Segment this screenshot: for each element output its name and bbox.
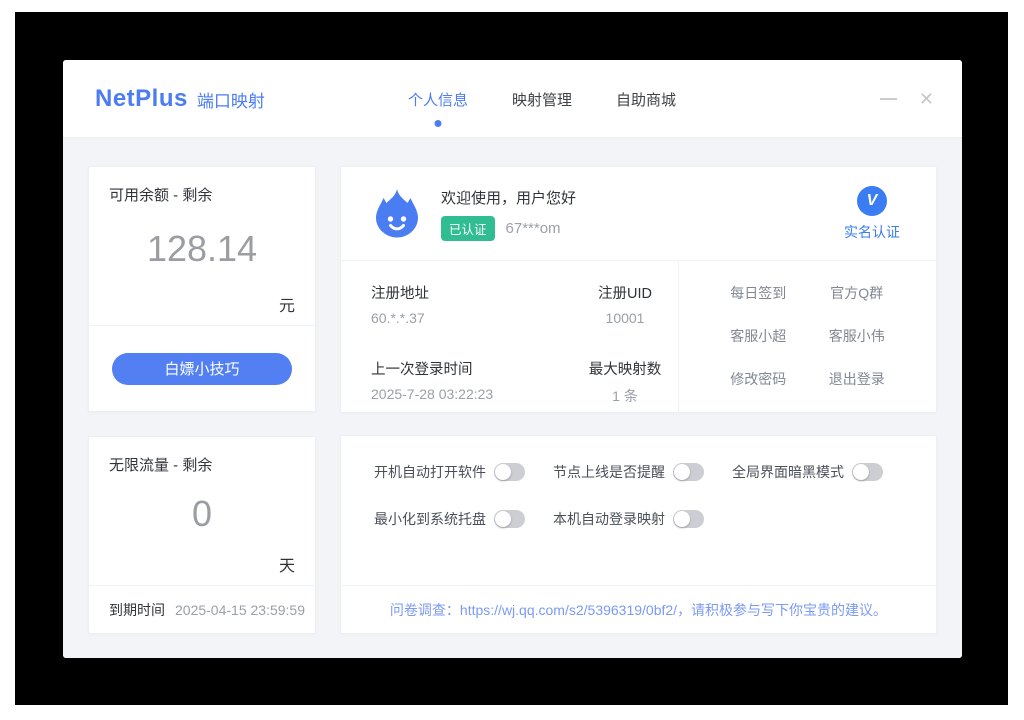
info-register-uid: 注册UID 10001 xyxy=(571,282,679,333)
toggle-auto-login-mapping[interactable] xyxy=(673,510,704,528)
link-official-qq-group[interactable]: 官方Q群 xyxy=(830,283,883,303)
traffic-unit: 天 xyxy=(279,552,295,576)
toggle-minimize-to-tray[interactable] xyxy=(494,510,525,528)
setting-node-online-notify: 节点上线是否提醒 xyxy=(553,462,704,482)
balance-card: 可用余额 - 剩余 128.14 元 白嫖小技巧 xyxy=(88,166,316,412)
link-support-xiaochao[interactable]: 客服小超 xyxy=(730,326,786,346)
real-name-verify[interactable]: V 实名认证 xyxy=(844,186,900,242)
desktop-background: NetPlus 端口映射 个人信息 映射管理 自助商城 ✕ 可用余额 - 剩余 xyxy=(15,12,1008,705)
app-window: NetPlus 端口映射 个人信息 映射管理 自助商城 ✕ 可用余额 - 剩余 xyxy=(63,60,962,658)
title-bar: NetPlus 端口映射 个人信息 映射管理 自助商城 ✕ xyxy=(63,60,962,138)
flame-avatar-icon xyxy=(369,186,425,242)
info-register-address: 注册地址 60.*.*.37 xyxy=(371,282,571,333)
balance-button-area: 白嫖小技巧 xyxy=(89,326,315,411)
tab-mapping-management[interactable]: 映射管理 xyxy=(512,89,572,110)
setting-minimize-to-tray: 最小化到系统托盘 xyxy=(374,509,525,529)
window-controls: ✕ xyxy=(880,60,934,138)
survey-prefix: 问卷调查： xyxy=(390,600,460,620)
survey-suffix: ，请积极参与写下你宝贵的建议。 xyxy=(677,600,887,620)
link-logout[interactable]: 退出登录 xyxy=(829,369,885,389)
expire-row: 到期时间 2025-04-15 23:59:59 xyxy=(89,586,315,633)
setting-dark-mode: 全局界面暗黑模式 xyxy=(732,462,883,482)
traffic-value: 0 xyxy=(192,493,212,535)
traffic-stat: 无限流量 - 剩余 0 天 xyxy=(89,437,315,586)
balance-unit: 元 xyxy=(279,292,295,316)
account-info-grid: 注册地址 60.*.*.37 注册UID 10001 上一次登录时间 2025-… xyxy=(341,261,679,412)
nav-tabs: 个人信息 映射管理 自助商城 xyxy=(408,60,676,138)
minimize-icon[interactable] xyxy=(880,98,897,100)
main-content: 可用余额 - 剩余 128.14 元 白嫖小技巧 无限流量 - 剩余 0 天 xyxy=(63,138,962,658)
welcome-text: 欢迎使用，用户您好 xyxy=(441,187,576,208)
app-logo-suffix: 端口映射 xyxy=(197,87,265,112)
link-support-xiaowei[interactable]: 客服小伟 xyxy=(829,326,885,346)
app-logo-brand: NetPlus xyxy=(95,85,188,113)
setting-autostart: 开机自动打开软件 xyxy=(374,462,525,482)
expire-value: 2025-04-15 23:59:59 xyxy=(175,602,305,618)
balance-stat: 可用余额 - 剩余 128.14 元 xyxy=(89,167,315,326)
settings-toggles: 开机自动打开软件 节点上线是否提醒 全局界面暗黑模式 最小化到系统托盘 xyxy=(341,436,936,586)
toggle-autostart[interactable] xyxy=(494,463,525,481)
quick-links: 每日签到 官方Q群 客服小超 客服小伟 修改密码 退出登录 xyxy=(679,261,936,412)
traffic-card: 无限流量 - 剩余 0 天 到期时间 2025-04-15 23:59:59 xyxy=(88,436,316,634)
toggle-node-online-notify[interactable] xyxy=(673,463,704,481)
verify-label: 实名认证 xyxy=(844,222,900,242)
username-text: 67***om xyxy=(506,220,561,237)
profile-details: 注册地址 60.*.*.37 注册UID 10001 上一次登录时间 2025-… xyxy=(341,261,936,412)
left-column: 可用余额 - 剩余 128.14 元 白嫖小技巧 无限流量 - 剩余 0 天 xyxy=(88,166,316,634)
profile-header: 欢迎使用，用户您好 已认证 67***om V 实名认证 xyxy=(341,167,936,261)
link-change-password[interactable]: 修改密码 xyxy=(730,369,786,389)
right-column: 欢迎使用，用户您好 已认证 67***om V 实名认证 xyxy=(340,166,937,634)
welcome-block: 欢迎使用，用户您好 已认证 67***om xyxy=(441,187,576,241)
info-max-mappings: 最大映射数 1 条 xyxy=(571,358,679,413)
survey-row: 问卷调查： https://wj.qq.com/s2/5396319/0bf2/… xyxy=(341,586,936,633)
settings-card: 开机自动打开软件 节点上线是否提醒 全局界面暗黑模式 最小化到系统托盘 xyxy=(340,435,937,634)
tab-self-service-shop[interactable]: 自助商城 xyxy=(616,89,676,110)
setting-auto-login-mapping: 本机自动登录映射 xyxy=(553,509,704,529)
traffic-title: 无限流量 - 剩余 xyxy=(109,454,295,475)
verify-v-icon: V xyxy=(857,186,887,216)
verified-badge: 已认证 xyxy=(441,216,495,241)
close-icon[interactable]: ✕ xyxy=(919,90,934,108)
profile-card: 欢迎使用，用户您好 已认证 67***om V 实名认证 xyxy=(340,166,937,413)
balance-title: 可用余额 - 剩余 xyxy=(109,184,295,205)
link-daily-checkin[interactable]: 每日签到 xyxy=(730,283,786,303)
tab-personal-info[interactable]: 个人信息 xyxy=(408,89,468,110)
app-logo: NetPlus 端口映射 xyxy=(95,60,265,138)
info-last-login-time: 上一次登录时间 2025-7-28 03:22:23 xyxy=(371,358,571,413)
survey-link[interactable]: https://wj.qq.com/s2/5396319/0bf2/ xyxy=(460,602,677,618)
badge-line: 已认证 67***om xyxy=(441,216,576,241)
toggle-dark-mode[interactable] xyxy=(852,463,883,481)
freebie-tips-button[interactable]: 白嫖小技巧 xyxy=(112,353,292,385)
expire-label: 到期时间 xyxy=(109,600,165,620)
balance-value: 128.14 xyxy=(147,228,257,270)
